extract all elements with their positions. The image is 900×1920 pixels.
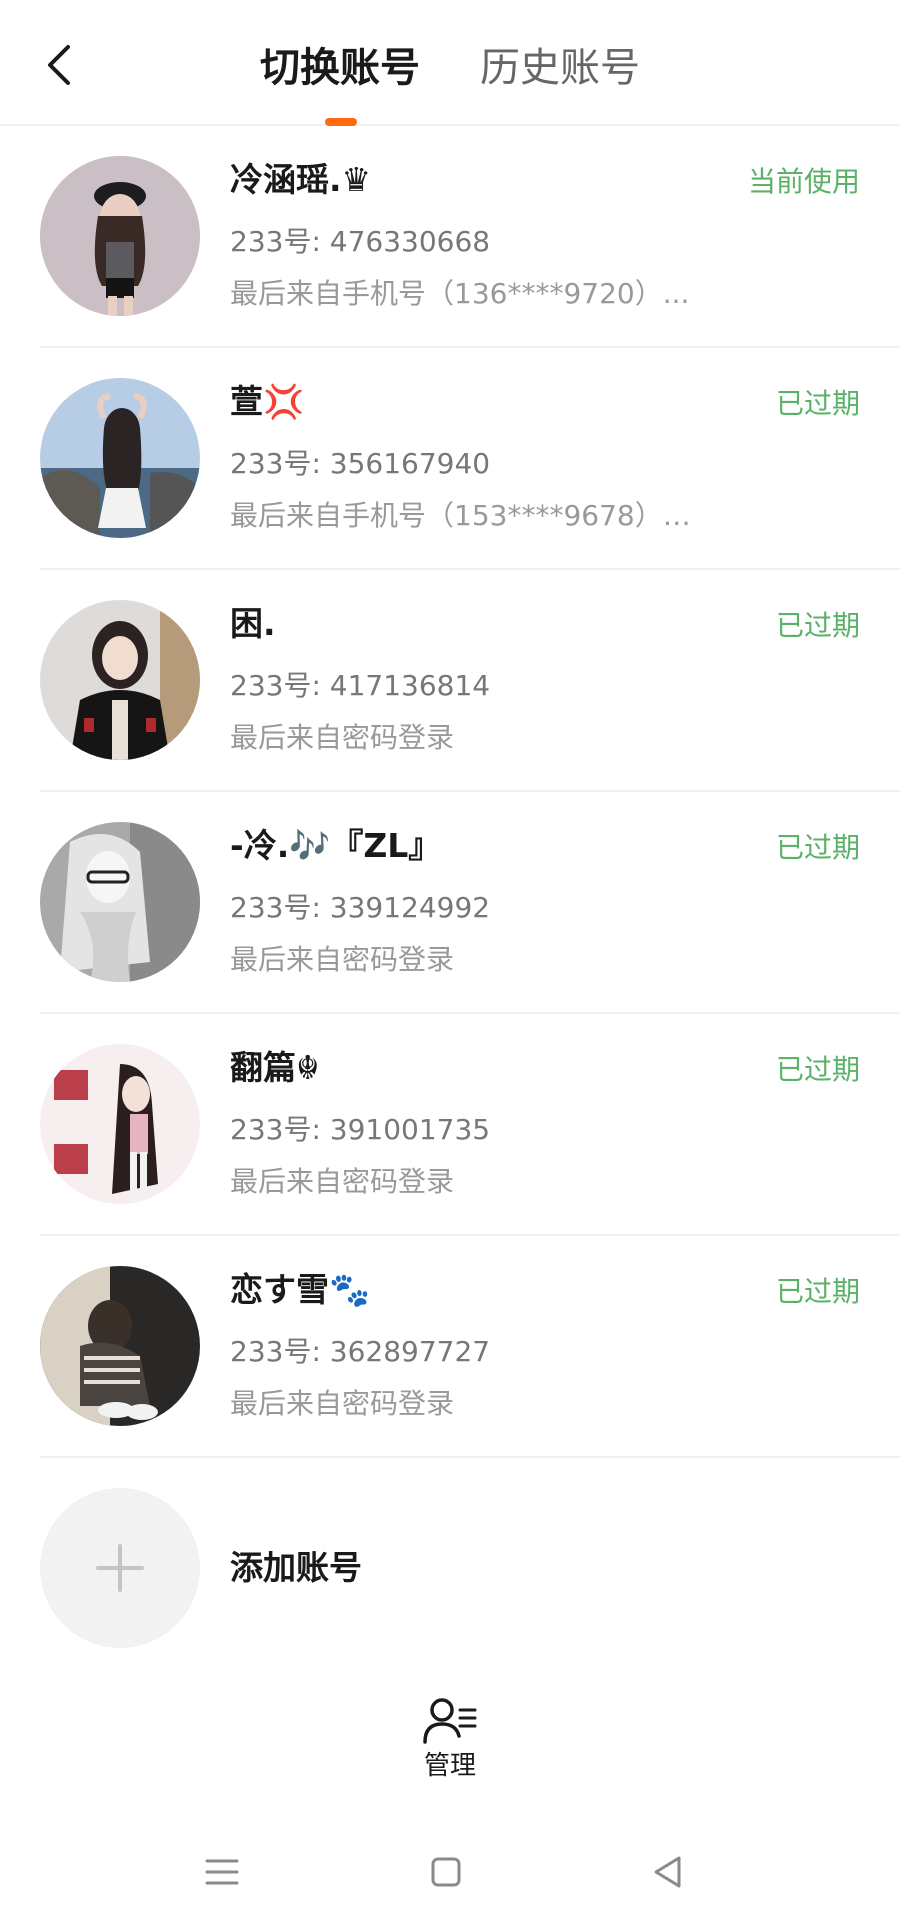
last-login-info: 最后来自密码登录 [230,1165,455,1198]
account-row[interactable]: 萱💢 已过期 233号: 356167940 最后来自手机号（153****96… [0,348,900,570]
last-login-info: 最后来自密码登录 [230,721,455,754]
tab-switch-account[interactable]: 切换账号 [260,40,420,96]
status-badge: 已过期 [775,387,860,420]
account-row[interactable]: 恋す雪🐾 已过期 233号: 362897727 最后来自密码登录 [0,1236,900,1458]
account-row[interactable]: 翻篇☬ 已过期 233号: 391001735 最后来自密码登录 [0,1014,900,1236]
account-uid: 233号: 356167940 [230,447,491,480]
status-badge: 已过期 [775,609,860,642]
add-account-label: 添加账号 [230,1548,362,1587]
plus-icon [96,1544,144,1592]
last-login-info: 最后来自密码登录 [230,1387,455,1420]
avatar [40,600,200,760]
home-nav-button[interactable] [424,1850,468,1894]
account-row[interactable]: 冷涵瑶.♛ 当前使用 233号: 476330668 最后来自手机号（136**… [0,126,900,348]
account-row[interactable]: -冷.🎶『ZL』 已过期 233号: 339124992 最后来自密码登录 [0,792,900,1014]
home-square-icon [431,1857,461,1887]
system-nav-bar [0,1820,900,1920]
menu-nav-button[interactable] [200,1850,244,1894]
menu-icon [205,1859,239,1885]
avatar [40,378,200,538]
avatar [40,1266,200,1426]
avatar [40,156,200,316]
back-button[interactable] [38,40,78,90]
back-nav-button[interactable] [646,1850,690,1894]
avatar [40,1044,200,1204]
add-account-button[interactable] [40,1488,200,1648]
account-name: 恋す雪🐾 [230,1270,371,1309]
last-login-info: 最后来自手机号（136****9720）... [230,277,690,310]
top-bar: 切换账号 历史账号 [0,0,900,126]
manage-button[interactable]: 管理 [400,1696,500,1796]
account-row[interactable]: 困. 已过期 233号: 417136814 最后来自密码登录 [0,570,900,792]
account-uid: 233号: 391001735 [230,1113,491,1146]
account-name: 冷涵瑶.♛ [230,160,372,199]
triangle-back-icon [654,1856,681,1888]
account-uid: 233号: 417136814 [230,669,491,702]
chevron-left-icon [48,45,70,85]
last-login-info: 最后来自手机号（153****9678）登录 [230,499,700,532]
tab-history-account[interactable]: 历史账号 [480,40,640,96]
status-badge: 已过期 [775,1275,860,1308]
status-badge: 已过期 [775,831,860,864]
user-list-icon [423,1698,477,1744]
add-account-row[interactable]: 添加账号 [0,1458,900,1680]
account-uid: 233号: 476330668 [230,225,491,258]
status-badge: 已过期 [775,1053,860,1086]
avatar [40,822,200,982]
last-login-info: 最后来自密码登录 [230,943,455,976]
manage-label: 管理 [423,1751,476,1781]
account-uid: 233号: 362897727 [230,1335,491,1368]
account-name: -冷.🎶『ZL』 [230,826,442,865]
account-name: 萱💢 [230,382,305,421]
active-tab-indicator [325,118,357,126]
account-name: 困. [230,604,276,643]
status-badge: 当前使用 [747,165,860,198]
account-name: 翻篇☬ [230,1048,320,1087]
account-uid: 233号: 339124992 [230,891,491,924]
account-list: 冷涵瑶.♛ 当前使用 233号: 476330668 最后来自手机号（136**… [0,126,900,1458]
